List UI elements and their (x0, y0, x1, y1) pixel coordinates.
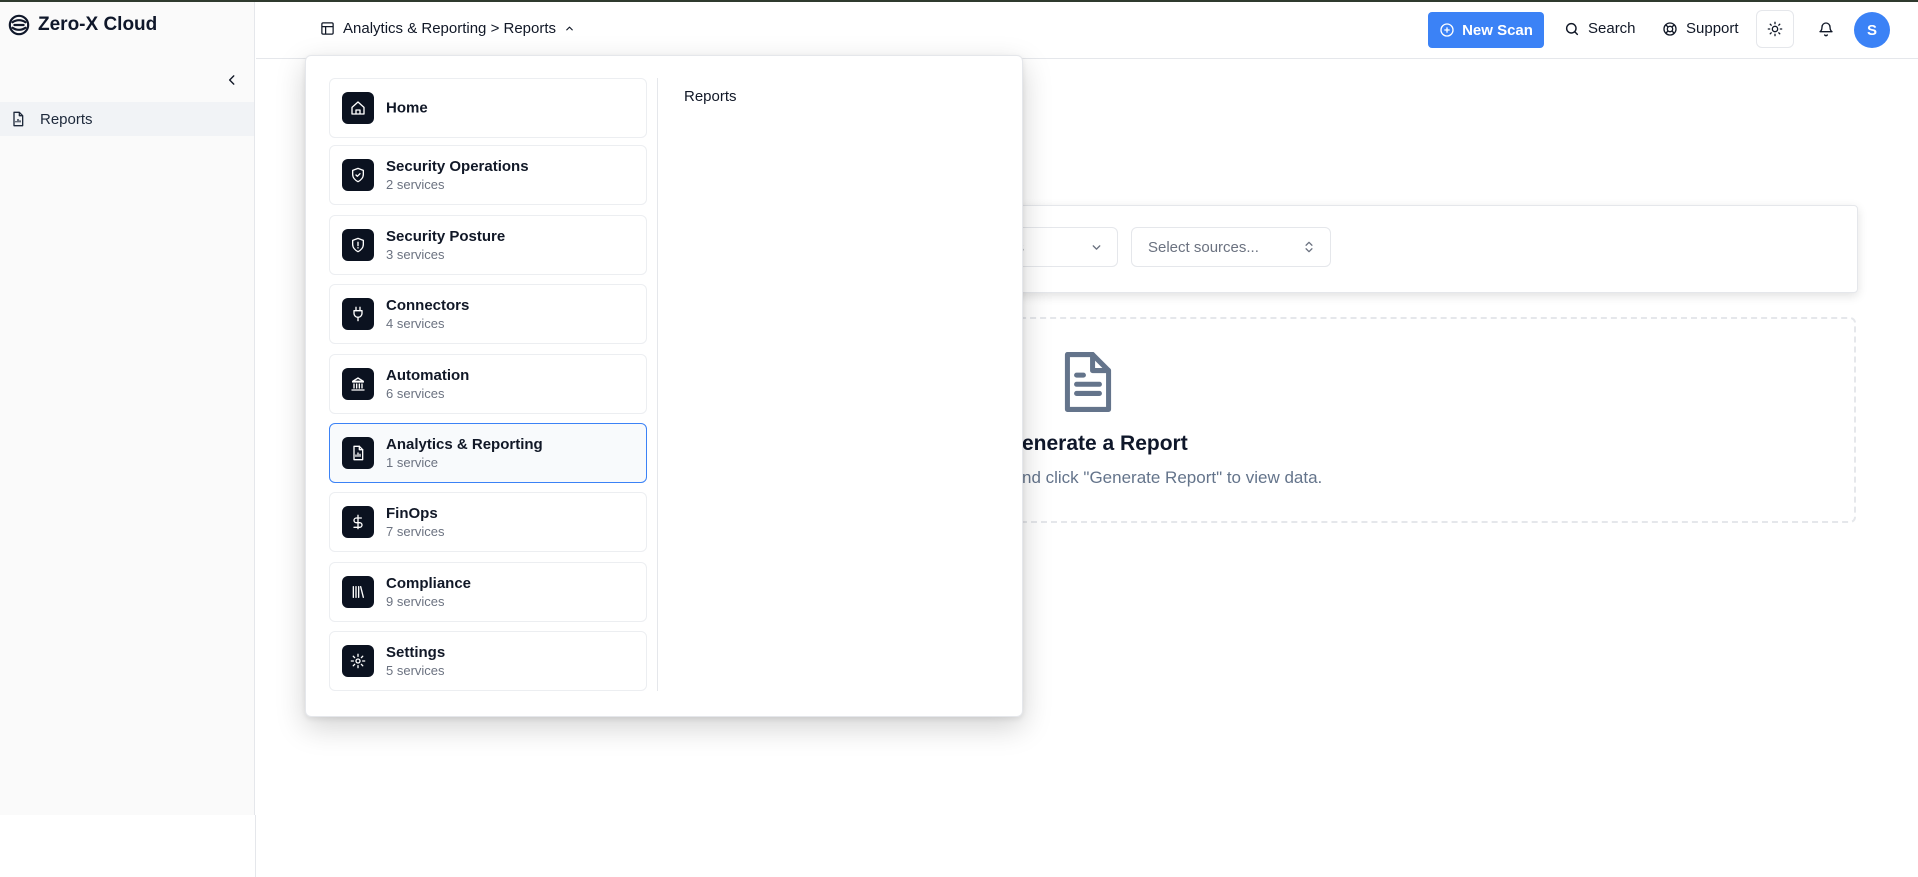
collapse-sidebar-button[interactable] (222, 70, 242, 90)
file-chart-icon (13, 111, 24, 127)
support-label: Support (1686, 20, 1739, 37)
empty-state-title: enerate a Report (1022, 432, 1188, 455)
layout-icon (321, 22, 334, 35)
category-service-count: 7 services (386, 524, 445, 539)
category-finops[interactable]: FinOps 7 services (329, 492, 647, 552)
chevron-left-icon (228, 75, 235, 85)
sources-select-placeholder: Select sources... (1148, 238, 1259, 256)
breadcrumb-menu-toggle[interactable]: Analytics & Reporting > Reports (320, 20, 575, 37)
search-label: Search (1588, 20, 1636, 37)
top-bar: Analytics & Reporting > Reports New Scan… (256, 2, 1918, 59)
category-service-count: 2 services (386, 177, 445, 192)
lifebuoy-icon (1663, 21, 1677, 36)
plus-circle-icon (1440, 23, 1454, 37)
category-compliance[interactable]: Compliance 9 services (329, 562, 647, 622)
sidebar-item-reports[interactable]: Reports (0, 102, 254, 136)
landmark-icon (342, 368, 374, 400)
category-name: Automation (386, 367, 470, 384)
category-service-count: 1 service (386, 455, 439, 470)
sources-select[interactable]: Select sources... (1131, 227, 1331, 267)
plug-icon (342, 298, 374, 330)
category-service-count: 5 services (386, 663, 445, 678)
logo-icon (8, 14, 30, 36)
breadcrumb: Analytics & Reporting > Reports (343, 20, 557, 37)
category-security-posture[interactable]: Security Posture 3 services (329, 215, 647, 275)
support-button[interactable]: Support (1662, 20, 1739, 37)
file-chart-icon (342, 437, 374, 469)
category-service-count: 6 services (386, 386, 445, 401)
navigation-menu: Home Security Operations 2 services Secu… (305, 55, 1023, 717)
category-analytics-reporting[interactable]: Analytics & Reporting 1 service (329, 423, 647, 483)
shield-check-icon (342, 159, 374, 191)
category-name: Settings (386, 644, 446, 661)
search-icon (1565, 22, 1579, 35)
library-icon (342, 576, 374, 608)
category-service-count: 3 services (386, 247, 445, 262)
new-scan-button[interactable]: New Scan (1428, 12, 1544, 48)
category-security-operations[interactable]: Security Operations 2 services (329, 145, 647, 205)
theme-toggle-button[interactable] (1756, 10, 1794, 48)
category-name: Security Operations (386, 158, 529, 175)
sun-icon (1767, 21, 1783, 37)
sidebar-item-label: Reports (40, 110, 93, 128)
brand-name: Zero-X Cloud (38, 14, 158, 35)
chevron-up-icon (566, 26, 573, 31)
gear-icon (342, 645, 374, 677)
chevron-down-icon (1092, 245, 1101, 250)
sidebar: Zero-X Cloud Reports (0, 2, 255, 815)
category-name: Analytics & Reporting (386, 436, 543, 453)
search-button[interactable]: Search (1564, 20, 1636, 37)
dollar-icon (342, 506, 374, 538)
content-left-border (255, 815, 256, 877)
avatar[interactable]: S (1854, 12, 1890, 48)
category-name: Home (386, 99, 428, 117)
category-name: Compliance (386, 575, 472, 592)
category-service-count: 9 services (386, 594, 445, 609)
file-text-icon (1064, 352, 1112, 412)
category-name: Connectors (386, 297, 470, 314)
category-connectors[interactable]: Connectors 4 services (329, 284, 647, 344)
category-home[interactable]: Home (329, 78, 647, 138)
category-automation[interactable]: Automation 6 services (329, 354, 647, 414)
notifications-button[interactable] (1818, 21, 1834, 42)
brand[interactable]: Zero-X Cloud (8, 14, 157, 36)
category-name: FinOps (386, 505, 438, 522)
category-name: Security Posture (386, 228, 506, 245)
empty-state (960, 317, 1856, 523)
service-item-reports[interactable]: Reports (684, 88, 737, 105)
category-settings[interactable]: Settings 5 services (329, 631, 647, 691)
menu-divider (657, 78, 658, 691)
new-scan-label: New Scan (1462, 21, 1533, 39)
category-service-count: 4 services (386, 316, 445, 331)
bell-icon (1819, 22, 1833, 37)
empty-state-description: nd click "Generate Report" to view data. (1022, 468, 1323, 487)
shield-alert-icon (342, 229, 374, 261)
home-icon (342, 92, 374, 124)
chevrons-up-down-icon (1305, 241, 1313, 253)
